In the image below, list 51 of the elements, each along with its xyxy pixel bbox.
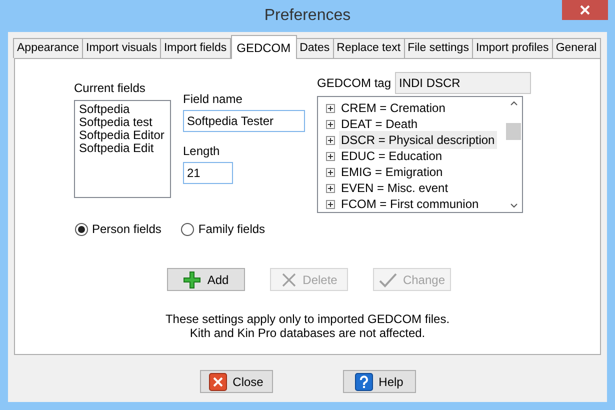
gedcom-tag-input[interactable]: INDI DSCR bbox=[395, 72, 532, 94]
tag-tree[interactable]: CREM = Cremation DEAT = Death DSCR = Physical description EDUC = Education EMIG = Emigration EVEN = Misc. event FCOM = First communion bbox=[317, 96, 523, 213]
length-input[interactable]: 21 bbox=[183, 162, 233, 184]
radio-label: Family fields bbox=[198, 221, 266, 238]
expand-icon[interactable] bbox=[326, 168, 335, 176]
window-title: Preferences bbox=[264, 6, 351, 26]
plus-icon bbox=[183, 270, 202, 288]
tab[interactable]: Import fields bbox=[160, 38, 231, 58]
tree-item[interactable]: DEAT = Death bbox=[339, 115, 420, 133]
tree-item[interactable]: CREM = Cremation bbox=[339, 99, 448, 117]
close-button[interactable]: Close bbox=[200, 370, 272, 393]
tree-item[interactable]: EDUC = Education bbox=[339, 147, 444, 165]
radio-button[interactable] bbox=[181, 222, 194, 236]
expand-icon[interactable] bbox=[326, 136, 335, 144]
field-label: Field name bbox=[183, 91, 244, 108]
scroll-down-icon[interactable] bbox=[510, 202, 518, 208]
close-icon bbox=[208, 372, 227, 390]
tab[interactable]: General bbox=[552, 38, 601, 58]
radio-button[interactable] bbox=[75, 222, 88, 236]
help-icon bbox=[354, 372, 373, 390]
tree-item[interactable]: EVEN = Misc. event bbox=[339, 179, 450, 197]
scroll-up-icon[interactable] bbox=[510, 101, 518, 106]
cross-icon bbox=[280, 272, 297, 288]
field-label: Length bbox=[183, 143, 221, 160]
info-text: These settings apply only to imported GEDCOM files. bbox=[165, 312, 450, 326]
add-button[interactable]: Add bbox=[167, 268, 245, 291]
expand-icon[interactable] bbox=[326, 152, 335, 160]
help-button[interactable]: Help bbox=[342, 370, 416, 393]
expand-icon[interactable] bbox=[326, 120, 335, 128]
radio-label: Person fields bbox=[92, 221, 162, 238]
current-fields-list[interactable]: Softpedia Softpedia test Softpedia Editor Softpedia Edit bbox=[74, 100, 171, 198]
tab[interactable]: Appearance bbox=[13, 38, 84, 58]
list-item[interactable]: Softpedia Edit bbox=[79, 142, 166, 155]
expand-icon[interactable] bbox=[326, 184, 335, 192]
field-label: Current fields bbox=[74, 80, 146, 97]
tree-item[interactable]: DSCR = Physical description bbox=[339, 131, 497, 149]
list-item[interactable]: Softpedia test bbox=[79, 116, 166, 129]
close-icon bbox=[580, 5, 590, 15]
list-item[interactable]: Softpedia Editor bbox=[79, 129, 166, 142]
expand-icon[interactable] bbox=[326, 200, 335, 208]
tree-item[interactable]: FCOM = First communion bbox=[339, 195, 481, 212]
info-text: Kith and Kin Pro databases are not affected. bbox=[190, 326, 426, 340]
field-name-input[interactable]: Softpedia Tester bbox=[183, 110, 305, 132]
checkmark-icon bbox=[378, 272, 397, 288]
expand-icon[interactable] bbox=[326, 104, 335, 112]
scrollbar-thumb[interactable] bbox=[506, 122, 521, 140]
tab[interactable]: GEDCOM bbox=[230, 35, 297, 59]
list-item[interactable]: Softpedia bbox=[79, 103, 166, 116]
field-label: GEDCOM tag bbox=[317, 75, 392, 92]
close-button[interactable] bbox=[562, 0, 608, 20]
tree-item[interactable]: EMIG = Emigration bbox=[339, 163, 445, 181]
